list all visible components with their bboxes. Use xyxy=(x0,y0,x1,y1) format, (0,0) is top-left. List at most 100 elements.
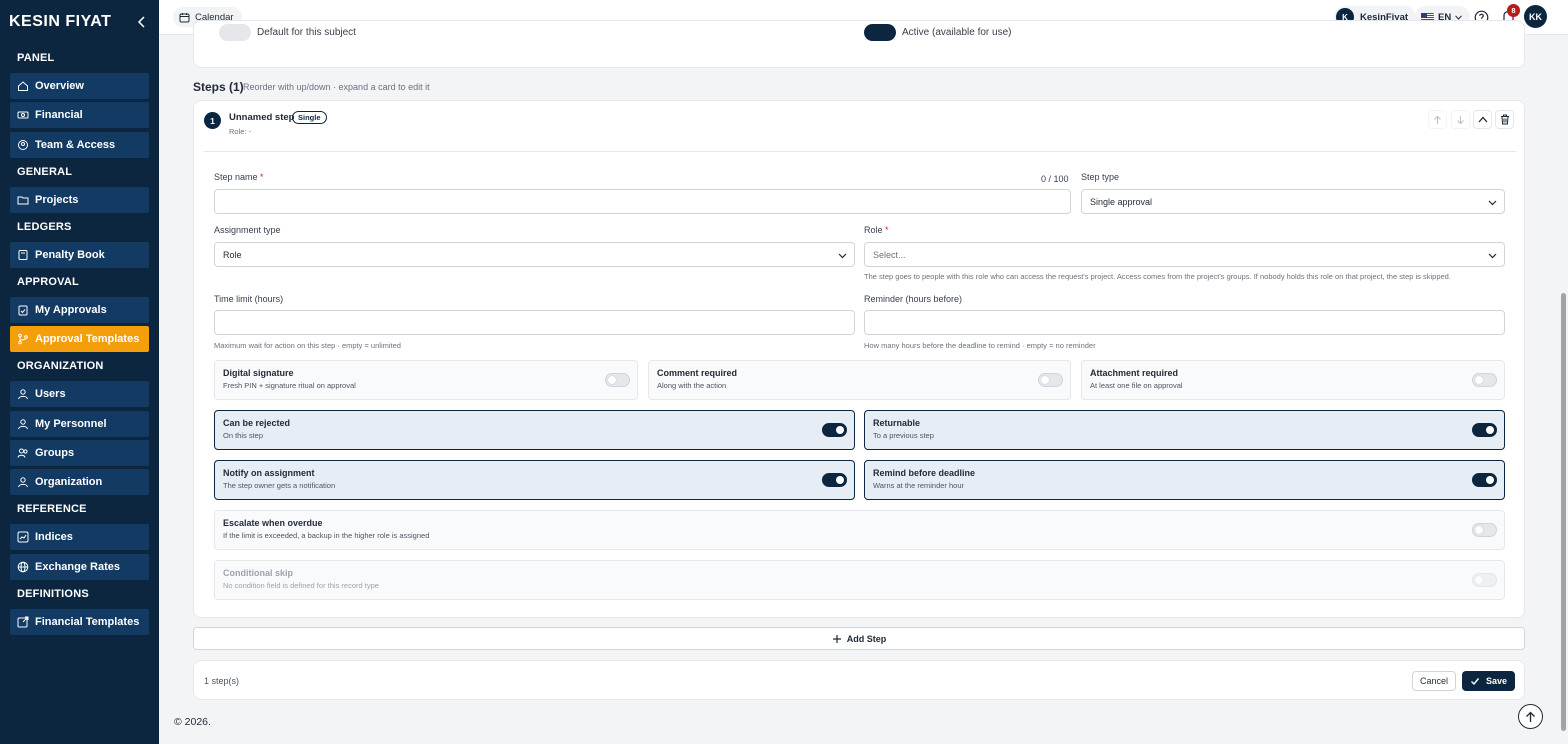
sidebar-item-label: Projects xyxy=(35,193,79,206)
user-icon xyxy=(17,388,29,400)
sidebar-header: KESIN FIYAT xyxy=(0,0,159,44)
sidebar-item-overview[interactable]: Overview xyxy=(10,73,149,99)
assignment-type-select[interactable]: Role xyxy=(214,242,855,267)
chevron-up-icon xyxy=(1478,116,1487,123)
attachment-required-toggle[interactable] xyxy=(1472,373,1497,387)
option-subtitle: To a previous step xyxy=(873,431,934,440)
sidebar-item-label: Users xyxy=(35,388,66,401)
option-title: Escalate when overdue xyxy=(223,518,323,528)
cancel-button[interactable]: Cancel xyxy=(1412,671,1457,691)
comment-required-toggle[interactable] xyxy=(1038,373,1063,387)
sidebar-item-my-approvals[interactable]: My Approvals xyxy=(10,296,149,323)
time-limit-label: Time limit (hours) xyxy=(214,294,284,304)
reminder-input[interactable] xyxy=(864,310,1505,335)
remind-before-deadline-toggle[interactable] xyxy=(1472,473,1497,487)
collapse-step-button[interactable] xyxy=(1473,110,1492,129)
delete-step-button[interactable] xyxy=(1495,110,1514,129)
digital-signature-toggle[interactable] xyxy=(605,373,630,387)
sidebar-item-projects[interactable]: Projects xyxy=(10,186,149,213)
section-ledgers: LEDGERS xyxy=(17,220,72,233)
external-edit-icon xyxy=(17,616,29,628)
add-step-button[interactable]: Add Step xyxy=(193,627,1525,650)
can-be-rejected-toggle[interactable] xyxy=(822,423,847,437)
option-subtitle: If the limit is exceeded, a backup in th… xyxy=(223,531,430,540)
reminder-label: Reminder (hours before) xyxy=(864,294,963,304)
personnel-icon xyxy=(17,418,29,430)
step-type-value: Single approval xyxy=(1090,196,1153,207)
arrow-up-icon xyxy=(1526,711,1535,722)
chevron-down-icon xyxy=(1455,14,1463,20)
sidebar-item-approval-templates[interactable]: Approval Templates xyxy=(10,326,149,353)
sidebar-item-label: Organization xyxy=(35,476,103,489)
branch-icon xyxy=(17,333,29,345)
reminder-help: How many hours before the deadline to re… xyxy=(864,341,1096,350)
profile-avatar[interactable]: KK xyxy=(1524,5,1547,28)
save-button[interactable]: Save xyxy=(1462,671,1516,691)
role-label: Role * xyxy=(864,225,889,235)
sidebar-item-financial-templates[interactable]: Financial Templates xyxy=(10,608,149,635)
step-card-name: Unnamed step xyxy=(229,112,295,123)
section-organization: ORGANIZATION xyxy=(17,360,104,373)
clipboard-check-icon xyxy=(17,304,29,316)
assignment-type-label: Assignment type xyxy=(214,225,281,235)
option-conditional-skip: Conditional skip No condition field is d… xyxy=(214,560,1505,600)
sidebar-item-exchange-rates[interactable]: Exchange Rates xyxy=(10,553,149,580)
step-name-input[interactable] xyxy=(214,189,1071,214)
active-toggle[interactable] xyxy=(864,24,896,41)
chart-icon xyxy=(17,531,29,543)
sidebar-item-organization[interactable]: Organization xyxy=(10,469,149,496)
sidebar-item-my-personnel[interactable]: My Personnel xyxy=(10,410,149,437)
arrow-up-icon xyxy=(1434,115,1441,124)
sidebar-item-label: Exchange Rates xyxy=(35,560,120,573)
step-type-select[interactable]: Single approval xyxy=(1081,189,1505,214)
plus-icon xyxy=(832,634,842,644)
option-comment-required: Comment required Along with the action xyxy=(648,360,1071,400)
option-attachment-required: Attachment required At least one file on… xyxy=(1081,360,1505,400)
sidebar-item-indices[interactable]: Indices xyxy=(10,524,149,551)
option-can-be-rejected: Can be rejected On this step xyxy=(214,410,855,450)
assignment-type-value: Role xyxy=(223,249,242,260)
move-up-button[interactable] xyxy=(1428,110,1447,129)
returnable-toggle[interactable] xyxy=(1472,423,1497,437)
money-icon xyxy=(17,109,29,121)
sidebar-item-users[interactable]: Users xyxy=(10,381,149,408)
sidebar-item-team-access[interactable]: Team & Access xyxy=(10,131,149,158)
step-type-badge: Single xyxy=(292,111,327,124)
option-title: Returnable xyxy=(873,418,921,428)
section-definitions: DEFINITIONS xyxy=(17,587,89,600)
scroll-to-top-button[interactable] xyxy=(1518,704,1543,729)
step-number: 1 xyxy=(204,112,221,129)
role-select[interactable]: Select... xyxy=(864,242,1505,267)
active-label: Active (available for use) xyxy=(902,27,1012,38)
sidebar-item-label: Financial Templates xyxy=(35,615,140,628)
role-help-text: The step goes to people with this role w… xyxy=(864,272,1451,281)
add-step-label: Add Step xyxy=(846,633,887,644)
card-divider xyxy=(204,151,1516,152)
option-digital-signature: Digital signature Fresh PIN + signature … xyxy=(214,360,638,400)
sidebar-item-label: Approval Templates xyxy=(35,333,140,346)
option-subtitle: Along with the action xyxy=(657,381,727,390)
escalate-when-overdue-toggle[interactable] xyxy=(1472,523,1497,537)
page-scrollbar[interactable] xyxy=(1559,35,1568,744)
time-limit-input[interactable] xyxy=(214,310,855,335)
template-settings-card: Default for this subject Active (availab… xyxy=(193,20,1525,68)
brand-logo[interactable]: KESIN FIYAT xyxy=(9,13,111,31)
save-label: Save xyxy=(1486,676,1508,686)
calendar-icon xyxy=(179,12,190,23)
sidebar-item-groups[interactable]: Groups xyxy=(10,439,149,466)
globe-icon xyxy=(17,561,29,573)
collapse-sidebar-icon[interactable] xyxy=(135,15,149,29)
option-title: Notify on assignment xyxy=(223,468,315,478)
sidebar-item-label: Financial xyxy=(35,109,83,122)
option-title: Can be rejected xyxy=(223,418,291,428)
sidebar-item-financial[interactable]: Financial xyxy=(10,102,149,129)
notify-on-assignment-toggle[interactable] xyxy=(822,473,847,487)
scrollbar-thumb[interactable] xyxy=(1561,293,1566,731)
move-down-button[interactable] xyxy=(1451,110,1470,129)
section-general: GENERAL xyxy=(17,165,73,178)
home-icon xyxy=(17,80,29,92)
steps-subtitle: Reorder with up/down · expand a card to … xyxy=(243,82,430,92)
option-subtitle: At least one file on approval xyxy=(1090,381,1183,390)
default-subject-toggle[interactable] xyxy=(219,24,251,41)
sidebar-item-penalty-book[interactable]: Penalty Book xyxy=(10,241,149,268)
